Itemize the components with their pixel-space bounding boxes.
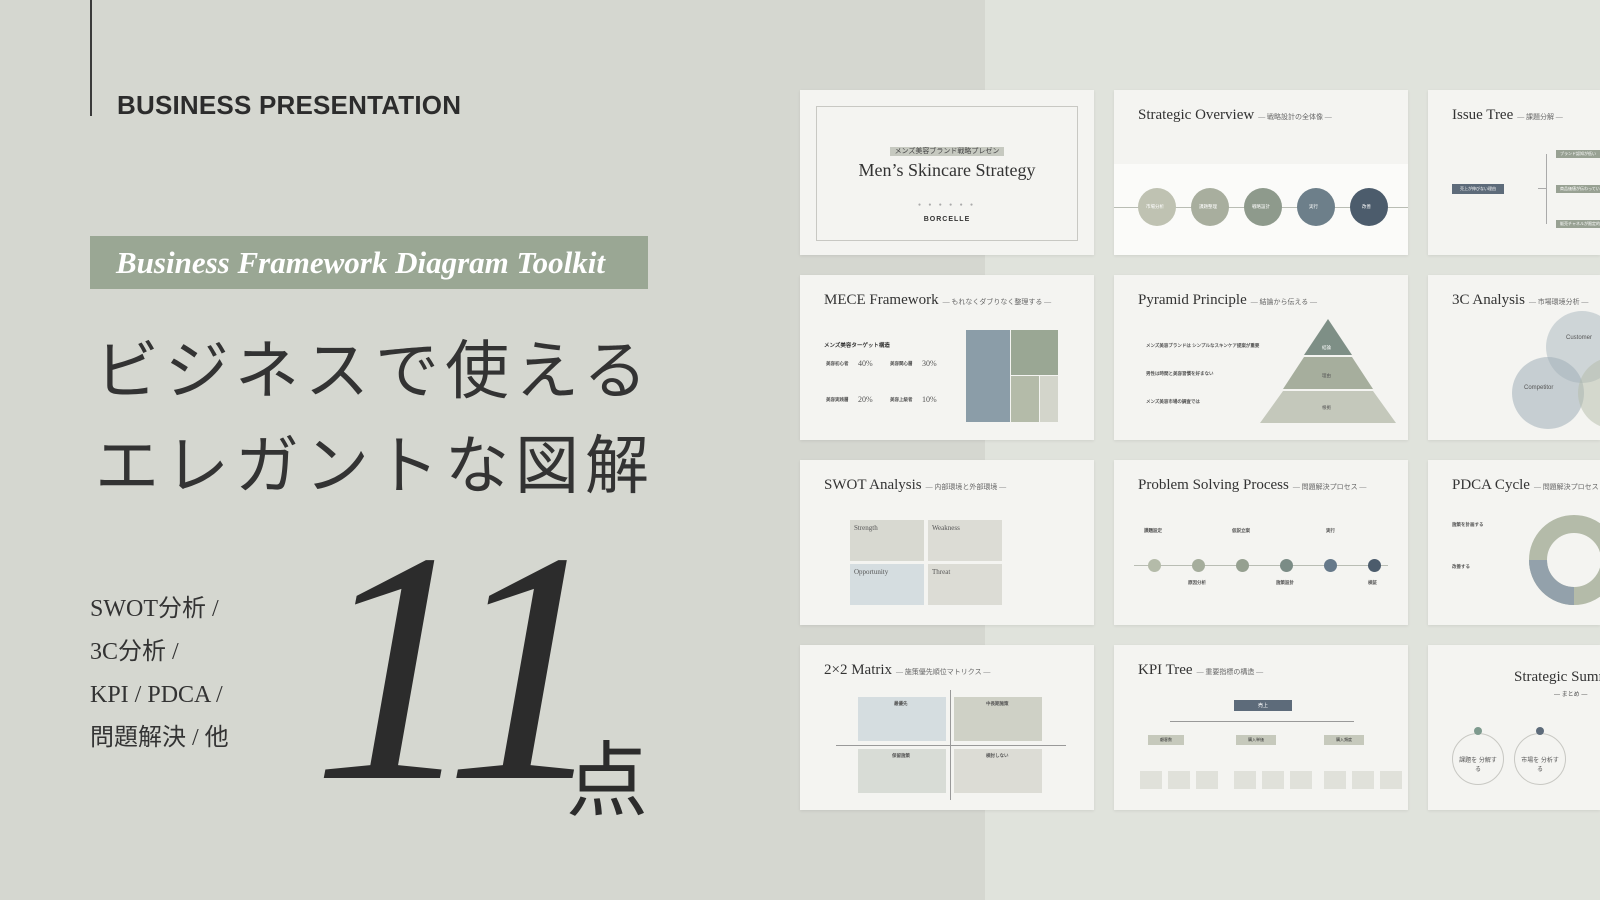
slide-kpi-tree: KPI Tree — 重要指標の構造 — 売上 顧客数 購入単価 購入頻度 [1114, 645, 1408, 810]
slide-problem-solving: Problem Solving Process — 問題解決プロセス — 課題設定… [1114, 460, 1408, 625]
process-dot [1236, 559, 1249, 572]
slide-overview: Strategic Overview — 戦略設計の全体像 — 市場分析 課題整理… [1114, 90, 1408, 255]
slide-title: MECE Framework — もれなくダブりなく整理する — [824, 292, 1052, 308]
kpi-root: 売上 [1234, 700, 1293, 711]
topic-list: SWOT分析 / 3C分析 / KPI / PDCA / 問題解決 / 他 [90, 588, 229, 760]
subtitle-banner: Business Framework Diagram Toolkit [90, 236, 648, 289]
mece-block [966, 330, 1010, 422]
slide-title: 2×2 Matrix — 施策優先順位マトリクス — [824, 662, 991, 678]
process-dot [1368, 559, 1381, 572]
count-number: 11 [312, 485, 610, 850]
slide-issue-tree: Issue Tree — 課題分解 — 売上が伸びない理由 ブランド認知が低い 商… [1428, 90, 1600, 255]
slide-title: KPI Tree — 重要指標の構造 — [1138, 662, 1264, 678]
slide-title: SWOT Analysis — 内部環境と外部環境 — [824, 477, 1007, 493]
kpi-mid: 顧客数 [1148, 735, 1184, 745]
subtitle-text: Business Framework Diagram Toolkit [116, 244, 605, 280]
slide-matrix: 2×2 Matrix — 施策優先順位マトリクス — 最優先 中長期施策 保留施策… [800, 645, 1094, 810]
slide-title: Pyramid Principle — 結論から伝える — [1138, 292, 1318, 308]
cover-brand: BORCELLE [923, 216, 971, 223]
mece-block [1011, 376, 1039, 422]
slide-title: PDCA Cycle— 問題解決プロセス — [1452, 477, 1600, 493]
slide-title: 3C Analysis — 市場環境分析 — [1452, 292, 1589, 308]
slide-title: Issue Tree — 課題分解 — [1452, 107, 1563, 123]
kpi-mid: 購入単価 [1236, 735, 1276, 745]
circle-competitor [1512, 357, 1584, 429]
topic-item: KPI / PDCA / [90, 682, 223, 708]
headline-line-1: ビジネスで使える [95, 335, 654, 409]
slide-title: Problem Solving Process — 問題解決プロセス — [1138, 477, 1367, 493]
kpi-mid: 購入頻度 [1324, 735, 1364, 745]
brand-label: BUSINESS PRESENTATION [117, 90, 462, 120]
cover-dots: ● ● ● ● ● ● [917, 202, 977, 208]
slide-summary: Strategic Summary — まとめ — 課題を 分解する 市場を 分… [1428, 645, 1600, 810]
slide-mece: MECE Framework — もれなくダブりなく整理する — メンズ美容ターゲ… [800, 275, 1094, 440]
mece-block [1040, 376, 1058, 422]
slide-title: Strategic Overview — 戦略設計の全体像 — [1138, 107, 1332, 123]
slide-swot: SWOT Analysis — 内部環境と外部環境 — Strength Weak… [800, 460, 1094, 625]
accent-vertical-line [90, 0, 92, 116]
mece-heading: メンズ美容ターゲット構造 [824, 343, 890, 349]
tree-root: 売上が伸びない理由 [1452, 184, 1504, 194]
topic-item: SWOT分析 / [90, 596, 219, 622]
pdca-ring [1529, 515, 1600, 605]
slide-cover: メンズ美容ブランド戦略プレゼン Men’s Skincare Strategy … [800, 90, 1094, 255]
tree-branch: 販売チャネルが限定的 [1556, 220, 1600, 228]
process-dot [1192, 559, 1205, 572]
cover-title: Men’s Skincare Strategy [858, 160, 1036, 180]
cover-tag: メンズ美容ブランド戦略プレゼン [889, 147, 1005, 156]
topic-item: 問題解決 / 他 [90, 725, 229, 751]
topic-item: 3C分析 / [90, 639, 179, 665]
slide-pdca: PDCA Cycle— 問題解決プロセス — 施策を計画する 改善する [1428, 460, 1600, 625]
slide-title: Strategic Summary [1514, 669, 1600, 685]
count-unit: 点 [566, 734, 649, 829]
process-dot [1280, 559, 1293, 572]
process-dot [1324, 559, 1337, 572]
tree-branch: 商品価値が伝わっていない [1556, 185, 1600, 193]
slide-3c: 3C Analysis — 市場環境分析 — Customer Competito… [1428, 275, 1600, 440]
process-dot [1148, 559, 1161, 572]
mece-block [1011, 330, 1058, 375]
tree-branch: ブランド認知が低い [1556, 150, 1600, 158]
slide-pyramid: Pyramid Principle — 結論から伝える — メンズ美容ブランドは … [1114, 275, 1408, 440]
